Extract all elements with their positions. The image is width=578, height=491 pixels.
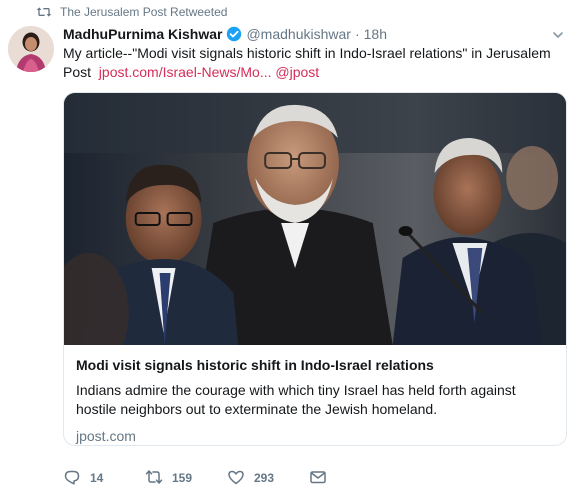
reply-button[interactable]: 14 — [63, 468, 145, 489]
tweet-text: My article--"Modi visit signals historic… — [63, 44, 568, 82]
heart-icon — [227, 468, 245, 489]
reply-icon — [63, 468, 81, 489]
card-body: Modi visit signals historic shift in Ind… — [64, 345, 566, 445]
retweet-icon — [145, 468, 163, 489]
author-handle[interactable]: @madhukishwar — [246, 26, 350, 42]
author-name[interactable]: MadhuPurnima Kishwar — [63, 26, 222, 42]
card-domain: jpost.com — [76, 428, 136, 444]
tweet-actions: 14 159 293 — [63, 469, 327, 487]
tweet-timestamp[interactable]: 18h — [364, 26, 387, 42]
retweet-count: 159 — [172, 471, 193, 485]
card-title[interactable]: Modi visit signals historic shift in Ind… — [76, 355, 554, 375]
mention-link[interactable]: @jpost — [275, 64, 319, 80]
avatar[interactable] — [8, 26, 54, 72]
retweet-icon — [36, 6, 52, 18]
like-button[interactable]: 293 — [227, 468, 309, 489]
article-link[interactable]: jpost.com/Israel-News/Mo... — [99, 64, 272, 80]
chevron-down-icon[interactable] — [552, 28, 564, 40]
verified-badge-icon — [226, 26, 242, 42]
retweet-context: The Jerusalem Post Retweeted — [36, 3, 227, 21]
tweet-header: MadhuPurnima Kishwar @madhukishwar · 18h — [63, 24, 387, 44]
reply-count: 14 — [90, 471, 104, 485]
tweet[interactable]: The Jerusalem Post Retweeted MadhuPurnim… — [0, 0, 578, 491]
like-count: 293 — [254, 471, 275, 485]
retweet-button[interactable]: 159 — [145, 468, 227, 489]
card-description: Indians admire the courage with which ti… — [76, 382, 516, 417]
card-image[interactable] — [64, 93, 566, 345]
envelope-icon — [309, 468, 327, 489]
retweet-context-text[interactable]: The Jerusalem Post Retweeted — [60, 5, 227, 19]
separator-dot: · — [354, 26, 360, 42]
link-card[interactable]: Modi visit signals historic shift in Ind… — [63, 92, 567, 446]
direct-message-button[interactable] — [309, 468, 327, 489]
